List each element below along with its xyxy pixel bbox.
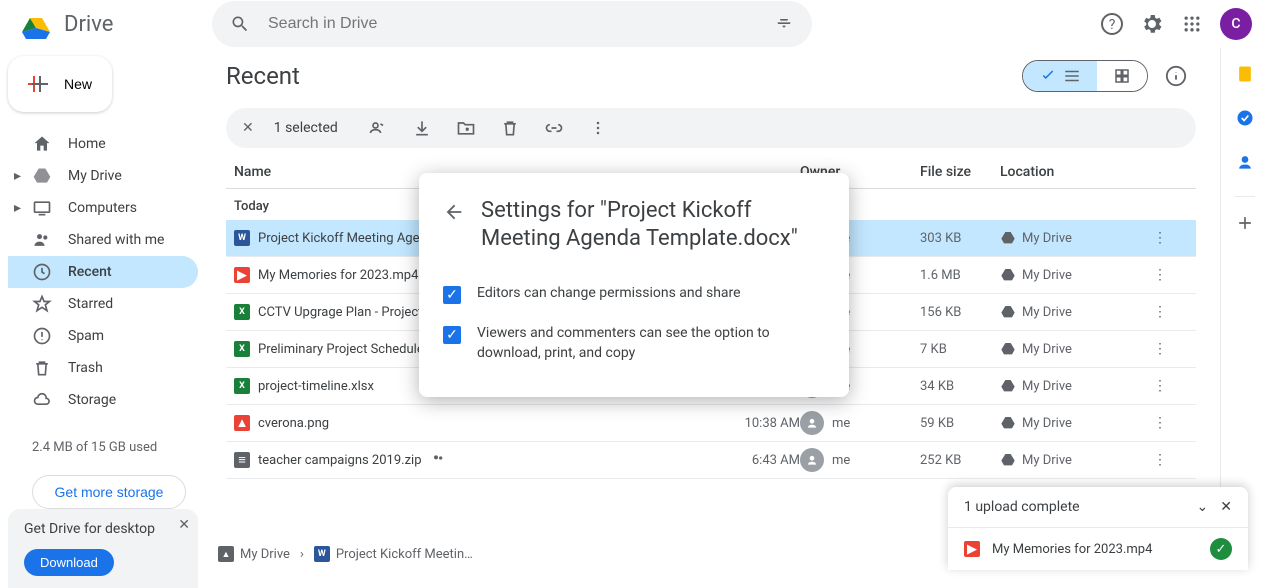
checkbox-icon[interactable]: ✓ — [443, 326, 461, 344]
settings-modal: Settings for "Project Kickoff Meeting Ag… — [419, 173, 849, 397]
modal-option-editors[interactable]: ✓ Editors can change permissions and sha… — [443, 274, 825, 314]
option-label: Viewers and commenters can see the optio… — [477, 324, 825, 363]
modal-option-viewers[interactable]: ✓ Viewers and commenters can see the opt… — [443, 314, 825, 373]
modal-title: Settings for "Project Kickoff Meeting Ag… — [481, 197, 825, 254]
back-icon[interactable] — [443, 201, 465, 223]
modal-backdrop: Settings for "Project Kickoff Meeting Ag… — [0, 0, 1268, 570]
checkbox-icon[interactable]: ✓ — [443, 286, 461, 304]
option-label: Editors can change permissions and share — [477, 284, 741, 304]
